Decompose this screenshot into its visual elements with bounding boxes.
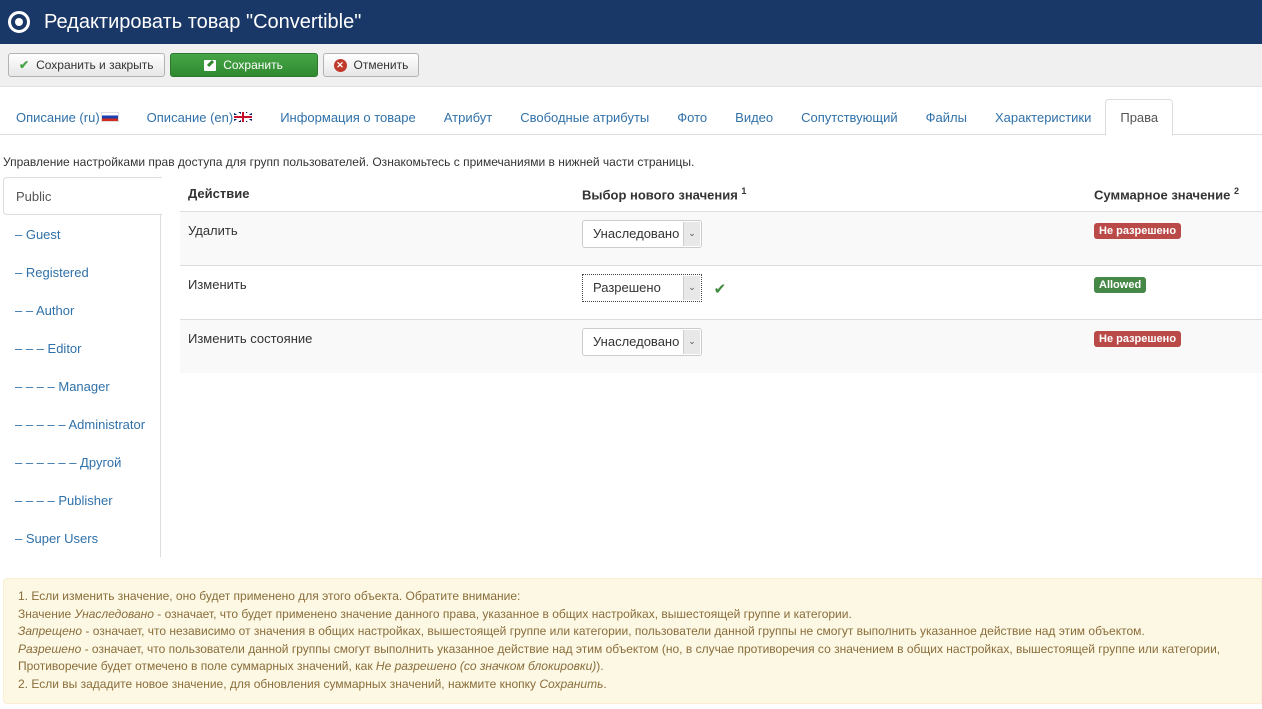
note-line: Противоречие будет отмечено в поле сумма… [18, 659, 604, 673]
note-line: 1. Если изменить значение, оно будет при… [18, 589, 521, 603]
chevron-down-icon: ⌄ [683, 329, 700, 354]
tab-characteristics[interactable]: Характеристики [981, 99, 1105, 135]
status-badge: Не разрешено [1094, 222, 1182, 239]
group-editor[interactable]: – – – Editor [0, 329, 160, 367]
tab-photo[interactable]: Фото [663, 99, 721, 135]
saved-check-icon: ✔ [713, 280, 727, 298]
page-header: Редактировать товар "Convertible" [0, 0, 1262, 44]
tab-free-attributes[interactable]: Свободные атрибуты [506, 99, 663, 135]
tab-attribute[interactable]: Атрибут [430, 99, 506, 135]
tab-bar: Описание (ru) Описание (en) Информация о… [0, 99, 1262, 136]
toolbar: ✔ Сохранить и закрыть Сохранить ✕ Отмени… [0, 44, 1262, 87]
group-administrator[interactable]: – – – – – Administrator [0, 405, 160, 443]
edit-icon [204, 59, 217, 71]
action-label: Изменить состояние [180, 319, 574, 373]
tab-video[interactable]: Видео [721, 99, 787, 135]
save-button[interactable]: Сохранить [169, 53, 318, 77]
chevron-down-icon: ⌄ [683, 275, 700, 300]
header-action: Действие [180, 177, 574, 212]
group-author[interactable]: – – Author [0, 291, 160, 329]
group-public[interactable]: Public [3, 177, 162, 215]
table-row: Удалить Унаследовано ⌄ Не разрешено [180, 211, 1262, 266]
note-line: Значение Унаследовано - означает, что бу… [18, 606, 852, 621]
rules-table: Действие Выбор нового значения 1 Суммарн… [180, 177, 1262, 373]
group-super-users[interactable]: – Super Users [0, 519, 160, 557]
permissions-notes: 1. Если изменить значение, оно будет при… [3, 578, 1262, 704]
note-line: Запрещено - означает, что независимо от … [18, 624, 1145, 638]
action-label: Изменить [180, 265, 574, 320]
table-row: Изменить состояние Унаследовано ⌄ Не раз… [180, 319, 1262, 373]
tab-related[interactable]: Сопутствующий [787, 99, 912, 135]
status-badge: Allowed [1094, 276, 1147, 293]
note-line: Разрешено - означает, что пользователи д… [18, 641, 1221, 656]
uk-flag-icon [234, 112, 253, 122]
tab-description-en[interactable]: Описание (en) [133, 99, 267, 135]
cancel-label: Отменить [353, 58, 409, 72]
chevron-down-icon: ⌄ [683, 221, 700, 246]
tab-permissions[interactable]: Права [1105, 99, 1174, 136]
tab-description-ru[interactable]: Описание (ru) [2, 99, 133, 135]
check-icon: ✔ [19, 58, 30, 72]
permissions-intro: Управление настройками прав доступа для … [3, 155, 695, 169]
page-title: Редактировать товар "Convertible" [44, 10, 362, 33]
tab-files[interactable]: Файлы [912, 99, 981, 135]
group-manager[interactable]: – – – – Manager [0, 367, 160, 405]
tab-product-info[interactable]: Информация о товаре [266, 99, 430, 135]
save-label: Сохранить [223, 58, 283, 72]
joomla-logo-icon [8, 11, 30, 33]
action-label: Удалить [180, 211, 574, 266]
note-line: 2. Если вы зададите новое значение, для … [18, 676, 607, 691]
cancel-icon: ✕ [333, 58, 347, 72]
header-new-value: Выбор нового значения 1 [574, 177, 1086, 212]
cancel-button[interactable]: ✕ Отменить [322, 53, 420, 77]
group-registered[interactable]: – Registered [0, 253, 160, 291]
group-other[interactable]: – – – – – – Другой [0, 443, 160, 481]
status-badge: Не разрешено [1094, 330, 1182, 347]
save-and-close-label: Сохранить и закрыть [36, 58, 154, 72]
group-publisher[interactable]: – – – – Publisher [0, 481, 160, 519]
permissions-panel: Public – Guest – Registered – – Author –… [0, 177, 1262, 557]
permission-select-edit[interactable]: Разрешено ⌄ [582, 273, 702, 302]
group-guest[interactable]: – Guest [0, 215, 160, 253]
permission-select-delete[interactable]: Унаследовано ⌄ [582, 219, 702, 248]
user-group-list: Public – Guest – Registered – – Author –… [0, 177, 162, 557]
permission-select-edit-state[interactable]: Унаследовано ⌄ [582, 327, 702, 356]
table-row: Изменить Разрешено ⌄ ✔ Allowed [180, 265, 1262, 320]
rules-table-container: Действие Выбор нового значения 1 Суммарн… [161, 177, 1262, 557]
russian-flag-icon [100, 112, 119, 122]
header-calculated: Суммарное значение 2 [1086, 177, 1262, 212]
save-and-close-button[interactable]: ✔ Сохранить и закрыть [8, 53, 165, 77]
